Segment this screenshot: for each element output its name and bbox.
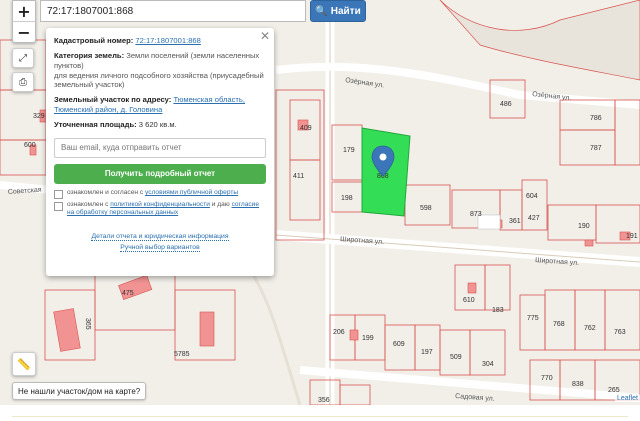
- plot-label: 427: [528, 215, 540, 222]
- plot-label: 786: [590, 115, 602, 122]
- find-button-label: Найти: [330, 5, 361, 17]
- plot-label: 486: [500, 101, 512, 108]
- usage-value: для ведения личного подсобного хозяйства…: [54, 70, 264, 90]
- bottom-strip: [0, 405, 640, 421]
- plot-label: 604: [526, 193, 538, 200]
- plot-label: 197: [421, 349, 433, 356]
- cadastral-link[interactable]: 72:17:1807001:868: [135, 36, 200, 45]
- agree2-text: ознакомлен с: [67, 200, 111, 208]
- address-label: Земельный участок по адресу:: [54, 95, 172, 105]
- popup-footer-links: Детали отчета и юридическая информация Р…: [54, 232, 266, 254]
- zoom-in-button[interactable]: +: [13, 1, 35, 21]
- search-icon: 🔍: [315, 5, 328, 17]
- zoom-control: + −: [12, 0, 36, 43]
- plot-info-popup: ✕ Кадастровый номер: 72:17:1807001:868 К…: [46, 28, 274, 276]
- plot-label: 600: [24, 142, 36, 149]
- printer-icon: ⎙: [19, 76, 27, 88]
- plot-label: 838: [572, 381, 584, 388]
- details-link[interactable]: Детали отчета и юридическая информация: [91, 233, 229, 241]
- plot-label: 361: [509, 218, 521, 225]
- zoom-out-button[interactable]: −: [13, 21, 35, 42]
- area-row: Уточненная площадь: 3 620 кв.м.: [54, 120, 266, 130]
- plot-label: 365: [84, 318, 91, 330]
- plot-label: 610: [463, 297, 475, 304]
- plot-label: 179: [343, 147, 355, 154]
- plot-label: 329: [33, 113, 45, 120]
- plot-label: 598: [420, 205, 432, 212]
- plot-label: 770: [541, 375, 553, 382]
- plot-label: 763: [614, 329, 626, 336]
- plot-label: 768: [553, 321, 565, 328]
- find-button[interactable]: 🔍 Найти: [310, 0, 366, 22]
- street-label: Озёрная ул.: [345, 77, 385, 89]
- plot-label: 762: [584, 325, 596, 332]
- plot-label: 775: [527, 315, 539, 322]
- get-report-button[interactable]: Получить подробный отчет: [54, 163, 266, 184]
- print-button[interactable]: ⎙: [12, 72, 34, 92]
- not-found-button[interactable]: Не нашли участок/дом на карте?: [12, 382, 147, 400]
- category-row: Категория земель: Земли поселений (земли…: [54, 51, 266, 90]
- plot-label: 873: [470, 211, 482, 218]
- offer-link[interactable]: условиями публичной оферты: [145, 189, 238, 196]
- email-field[interactable]: [54, 137, 266, 158]
- fullscreen-button[interactable]: ⤢: [12, 48, 34, 68]
- area-value: 3 620 кв.м.: [138, 120, 177, 130]
- offer-checkbox[interactable]: [54, 189, 63, 199]
- plot-label: 509: [450, 354, 462, 361]
- manual-choice-link[interactable]: Ручной выбор вариантов: [120, 243, 200, 252]
- close-icon[interactable]: ✕: [260, 29, 270, 45]
- map-attribution[interactable]: Leaflet: [614, 395, 640, 402]
- plot-label: 206: [333, 329, 345, 336]
- ruler-icon: 📏: [17, 357, 31, 371]
- plot-label: 609: [393, 341, 405, 348]
- cadastral-row: Кадастровый номер: 72:17:1807001:868: [54, 36, 266, 46]
- expand-icon: ⤢: [19, 52, 27, 64]
- privacy-checkbox[interactable]: [54, 201, 63, 211]
- category-label: Категория земель:: [54, 50, 125, 60]
- agree1-text: ознакомлен и согласен с: [67, 188, 145, 196]
- plot-label: 304: [482, 361, 494, 368]
- cadastral-label: Кадастровый номер:: [54, 36, 134, 45]
- plot-label: 356: [318, 397, 330, 404]
- plot-label: 191: [626, 233, 638, 240]
- plot-label: 411: [293, 173, 304, 180]
- plot-label: 265: [608, 387, 620, 394]
- street-label: Советская: [8, 187, 42, 196]
- street-label: Садовая ул.: [455, 393, 495, 403]
- area-label: Уточненная площадь:: [54, 120, 137, 130]
- plot-label: 5785: [174, 351, 190, 358]
- plot-label: 475: [122, 290, 134, 297]
- offer-agreement: ознакомлен и согласен с условиями публич…: [54, 189, 266, 199]
- plot-label: 190: [578, 223, 590, 230]
- search-input[interactable]: [40, 0, 306, 22]
- address-row: Земельный участок по адресу: Тюменская о…: [54, 95, 266, 115]
- plot-label: 198: [341, 195, 353, 202]
- plot-label: 409: [300, 125, 312, 132]
- privacy-link[interactable]: политикой конфиденциальности: [110, 201, 210, 208]
- agree2-mid: и даю: [209, 200, 232, 208]
- measure-button[interactable]: 📏: [12, 352, 36, 376]
- plot-label: 183: [492, 307, 504, 314]
- privacy-agreement: ознакомлен с политикой конфиденциальност…: [54, 201, 266, 218]
- plot-label: 199: [362, 335, 374, 342]
- plot-label: 787: [590, 145, 602, 152]
